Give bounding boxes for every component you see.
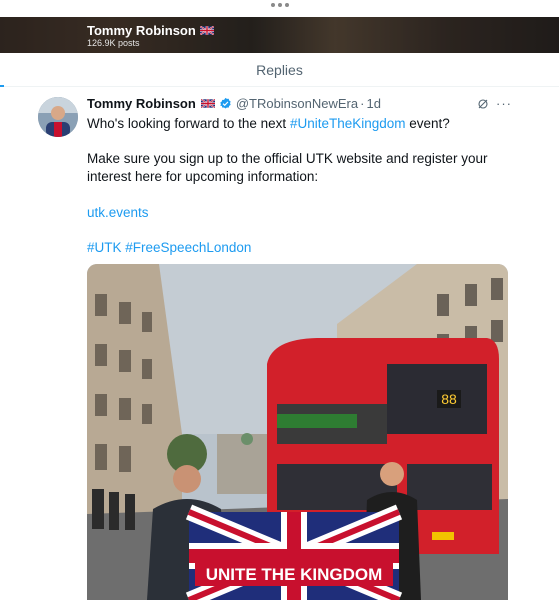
tab-indicator	[0, 85, 4, 87]
bus-route-number: 88	[441, 391, 457, 407]
tweet-hashtags-row: #UTK #FreeSpeechLondon	[87, 239, 507, 257]
tweet-text-suffix: event?	[405, 116, 450, 131]
verified-badge-icon	[220, 97, 231, 109]
photo-illustration: 88 UNITE THE KINGDOM	[87, 264, 508, 600]
banner-post-count: 126.9K posts	[87, 38, 140, 48]
tweet-header: Tommy Robinson @TRobinsonNewEra · 1d	[87, 96, 381, 111]
tab-replies[interactable]: Replies	[0, 62, 559, 78]
tweet-paragraph-2-line-1: Make sure you sign up to the official UT…	[87, 151, 488, 166]
profile-banner[interactable]: Tommy Robinson 126.9K posts	[0, 17, 559, 53]
separator-dot: ·	[360, 96, 365, 111]
more-dots-icon[interactable]	[270, 3, 289, 7]
replies-tab-bar: Replies	[0, 53, 559, 87]
tweet-media-photo[interactable]: 88 UNITE THE KINGDOM	[87, 264, 508, 600]
utk-events-link[interactable]: utk.events	[87, 205, 149, 220]
more-horizontal-icon[interactable]: ···	[496, 96, 512, 111]
banner-name-row: Tommy Robinson	[87, 23, 214, 38]
hashtag-utk[interactable]: #UTK	[87, 240, 122, 255]
top-strip	[0, 0, 559, 17]
hashtag-unitethekingdom[interactable]: #UniteTheKingdom	[290, 116, 406, 131]
tweet-link-row: utk.events	[87, 204, 507, 222]
uk-flag-icon	[200, 99, 215, 108]
tweet-text-prefix: Who's looking forward to the next	[87, 116, 290, 131]
avatar-image	[38, 97, 78, 137]
uk-flag-icon	[199, 26, 214, 35]
avatar[interactable]	[38, 97, 78, 137]
tweet-paragraph-2: Make sure you sign up to the official UT…	[87, 150, 507, 186]
hashtag-freespeechlondon[interactable]: #FreeSpeechLondon	[125, 240, 251, 255]
tweet-paragraph-2-line-2: interest here for upcoming information:	[87, 169, 319, 184]
post-time[interactable]: 1d	[366, 96, 380, 111]
flag-banner-text: UNITE THE KINGDOM	[206, 565, 383, 584]
banner-profile-name: Tommy Robinson	[87, 23, 196, 38]
tweet-line-1: Who's looking forward to the next #Unite…	[87, 115, 507, 133]
union-jack-flag: UNITE THE KINGDOM	[185, 504, 403, 600]
author-handle[interactable]: @TRobinsonNewEra	[236, 96, 358, 111]
grok-icon[interactable]	[477, 98, 489, 110]
author-name[interactable]: Tommy Robinson	[87, 96, 196, 111]
